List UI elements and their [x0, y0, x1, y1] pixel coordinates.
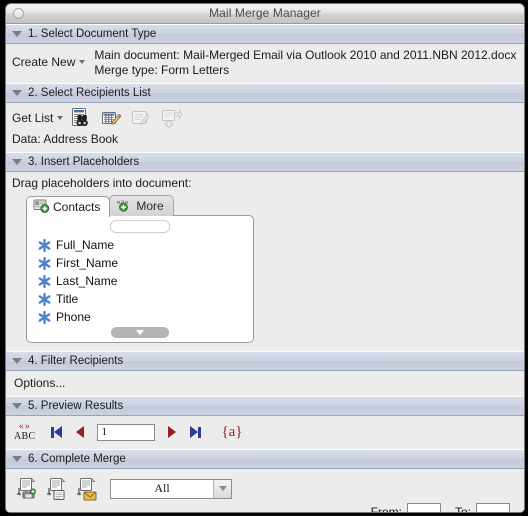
- abc-label: ABC: [14, 431, 36, 442]
- list-item[interactable]: Last_Name: [37, 272, 247, 290]
- placeholder-star-icon: [37, 292, 52, 307]
- create-new-button[interactable]: Create New: [12, 48, 86, 69]
- placeholder-star-icon: [37, 238, 52, 253]
- placeholder-star-icon: [37, 274, 52, 289]
- disclosure-triangle-icon: [12, 358, 22, 364]
- section-header-recipients-list[interactable]: 2. Select Recipients List: [6, 83, 524, 103]
- mail-merge-manager-window: Mail Merge Manager 1. Select Document Ty…: [5, 3, 525, 513]
- drag-instruction: Drag placeholders into document:: [12, 176, 192, 190]
- section-body-complete-merge: All: [6, 469, 524, 503]
- tab-more-label: More: [136, 199, 164, 213]
- next-record-icon[interactable]: [168, 426, 177, 438]
- data-source-line: Data: Address Book: [12, 132, 119, 146]
- section-title-preview-results: 5. Preview Results: [28, 400, 124, 412]
- contacts-card-icon: [33, 198, 50, 216]
- merge-to-email-icon[interactable]: [74, 477, 100, 501]
- placeholder-label: Full_Name: [56, 238, 115, 252]
- section-header-insert-placeholders[interactable]: 3. Insert Placeholders: [6, 152, 524, 172]
- disclosure-triangle-icon: [12, 31, 22, 37]
- tab-contacts[interactable]: Contacts: [26, 196, 111, 217]
- window-titlebar: Mail Merge Manager: [6, 4, 524, 24]
- disclosure-triangle-icon: [12, 456, 22, 462]
- merge-range-from-to: From: To:: [6, 503, 524, 513]
- placeholder-label: Phone: [56, 310, 91, 324]
- tab-more[interactable]: «a» More: [109, 195, 174, 216]
- get-list-label: Get List: [12, 111, 54, 125]
- placeholder-star-icon: [37, 256, 52, 271]
- merge-data-icon: [159, 107, 183, 129]
- edit-data-source-icon[interactable]: [99, 107, 123, 129]
- to-input[interactable]: [476, 503, 510, 512]
- merge-range-select[interactable]: All: [110, 478, 232, 499]
- last-record-icon[interactable]: [190, 426, 202, 438]
- scroll-up-indicator[interactable]: [110, 220, 170, 233]
- placeholder-label: First_Name: [56, 256, 119, 270]
- record-number-input[interactable]: [97, 423, 156, 441]
- previous-record-icon[interactable]: [76, 426, 85, 438]
- placeholder-label: Last_Name: [56, 274, 118, 288]
- placeholder-label: Title: [56, 292, 79, 306]
- disclosure-triangle-icon: [12, 403, 22, 409]
- merge-to-printer-icon[interactable]: [14, 477, 40, 501]
- merge-to-new-document-icon[interactable]: [44, 477, 70, 501]
- edit-labels-icon: [129, 107, 153, 129]
- list-item[interactable]: Title: [37, 290, 247, 308]
- disclosure-triangle-icon: [12, 90, 22, 96]
- list-item[interactable]: Phone: [37, 308, 247, 326]
- window-title: Mail Merge Manager: [209, 6, 321, 20]
- placeholder-list[interactable]: Full_Name First_Name Last_Name Title Pho…: [26, 215, 254, 343]
- more-field-icon: «a»: [116, 197, 133, 215]
- section-header-document-type[interactable]: 1. Select Document Type: [6, 24, 524, 44]
- section-body-preview-results: «» ABC {a}: [6, 416, 524, 449]
- document-info: Main document: Mail-Merged Email via Out…: [94, 48, 516, 78]
- section-title-recipients-list: 2. Select Recipients List: [28, 87, 151, 99]
- from-label: From:: [370, 505, 402, 513]
- section-title-document-type: 1. Select Document Type: [28, 28, 157, 40]
- section-body-recipients-list: Get List Data: Address Book: [6, 103, 524, 152]
- chevron-down-icon: [57, 116, 64, 120]
- section-header-preview-results[interactable]: 5. Preview Results: [6, 396, 524, 416]
- placeholder-star-icon: [37, 310, 52, 325]
- create-new-label: Create New: [12, 55, 76, 69]
- from-input[interactable]: [406, 503, 441, 512]
- section-body-insert-placeholders: Drag placeholders into document: Contact…: [6, 172, 524, 351]
- scroll-down-arrow[interactable]: [111, 327, 169, 338]
- placeholder-fields: Full_Name First_Name Last_Name Title Pho…: [37, 236, 247, 326]
- first-record-icon[interactable]: [51, 426, 63, 438]
- view-field-codes-button[interactable]: {a}: [221, 424, 242, 441]
- main-document-line: Main document: Mail-Merged Email via Out…: [94, 48, 517, 62]
- view-merged-data-button[interactable]: «» ABC: [14, 422, 35, 442]
- section-header-complete-merge[interactable]: 6. Complete Merge: [6, 449, 524, 469]
- chevron-down-icon: [79, 60, 86, 64]
- list-item[interactable]: First_Name: [37, 254, 247, 272]
- placeholder-tabs: Contacts «a» More: [26, 194, 518, 217]
- section-title-filter-recipients: 4. Filter Recipients: [28, 355, 124, 367]
- tab-contacts-label: Contacts: [53, 200, 101, 214]
- merge-range-value: All: [154, 481, 170, 495]
- disclosure-triangle-icon: [12, 159, 22, 165]
- list-item[interactable]: Full_Name: [37, 236, 247, 254]
- recipients-toolbar: Get List: [12, 106, 518, 130]
- find-records-icon[interactable]: [69, 107, 93, 129]
- filter-options-button[interactable]: Options...: [14, 376, 65, 390]
- section-body-document-type: Create New Main document: Mail-Merged Em…: [6, 44, 524, 83]
- section-title-complete-merge: 6. Complete Merge: [28, 453, 126, 465]
- get-list-button[interactable]: Get List: [12, 111, 64, 125]
- to-label: To:: [454, 505, 471, 513]
- chevron-down-icon[interactable]: [213, 479, 231, 498]
- section-title-insert-placeholders: 3. Insert Placeholders: [28, 156, 140, 168]
- section-header-filter-recipients[interactable]: 4. Filter Recipients: [6, 351, 524, 371]
- merge-type-line: Merge type: Form Letters: [94, 63, 230, 77]
- section-body-filter-recipients: Options...: [6, 371, 524, 396]
